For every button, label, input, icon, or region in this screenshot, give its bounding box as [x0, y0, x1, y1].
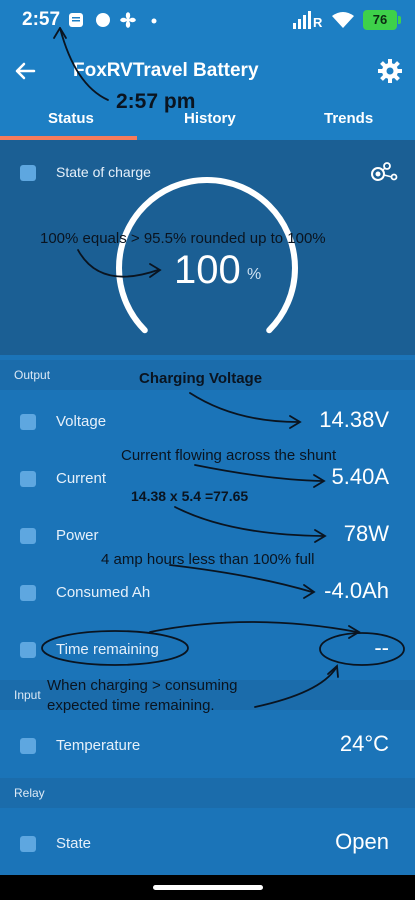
relay-state-value: Open	[335, 829, 389, 854]
annotation-charging-voltage: Charging Voltage	[139, 370, 263, 387]
status-time: 2:57	[22, 9, 61, 30]
temperature-row[interactable]: Temperature 24°C	[0, 717, 415, 774]
time-remaining-row[interactable]: Time remaining --	[0, 621, 415, 678]
relay-state-row[interactable]: State Open	[0, 815, 415, 872]
consumed-row[interactable]: Consumed Ah -4.0Ah	[0, 564, 415, 621]
current-label: Current	[56, 470, 107, 487]
annotation-current: Current flowing across the shunt	[121, 447, 337, 464]
status-bar: 2:57 R 76	[0, 0, 415, 42]
list-icon	[20, 165, 36, 181]
annotation-soc: 100% equals > 95.5% rounded up to 100%	[40, 230, 326, 247]
clock-icon	[20, 642, 36, 658]
annotation-power-calc: 14.38 x 5.4 =77.65	[131, 488, 249, 504]
section-input-label: Input	[14, 688, 41, 702]
back-arrow-icon[interactable]	[10, 56, 40, 86]
power-label: Power	[56, 527, 99, 544]
section-relay-label: Relay	[14, 786, 45, 800]
signal-icon: R	[293, 11, 323, 29]
soc-unit: %	[247, 266, 262, 283]
power-value: 78W	[343, 521, 389, 546]
relay-icon	[20, 836, 36, 852]
voltage-label: Voltage	[56, 413, 107, 430]
power-icon	[20, 528, 36, 544]
home-handle[interactable]	[153, 885, 263, 890]
consumed-label: Consumed Ah	[56, 584, 151, 601]
annotation-consumed: 4 amp hours less than 100% full	[101, 551, 315, 568]
thermometer-icon	[20, 738, 36, 754]
system-nav-bar	[0, 875, 415, 900]
soc-label: State of charge	[56, 164, 151, 180]
consumed-icon	[20, 585, 36, 601]
circle-icon	[96, 13, 110, 27]
dot-icon	[151, 18, 157, 24]
annotation-time: 2:57 pm	[116, 90, 196, 113]
message-icon	[69, 13, 83, 27]
section-relay: Relay	[0, 778, 415, 808]
time-remaining-value: --	[374, 635, 389, 660]
tab-status[interactable]: Status	[48, 110, 94, 127]
svg-text:R: R	[313, 15, 323, 29]
current-icon	[20, 471, 36, 487]
soc-value: 100	[174, 248, 241, 292]
tab-trends[interactable]: Trends	[324, 110, 373, 127]
time-remaining-label: Time remaining	[56, 641, 159, 658]
consumed-value: -4.0Ah	[324, 578, 389, 603]
temperature-label: Temperature	[56, 737, 141, 754]
sync-icon[interactable]	[369, 160, 399, 184]
annotation-time-remaining-2: expected time remaining.	[47, 697, 215, 714]
gear-icon[interactable]	[375, 56, 405, 86]
relay-state-label: State	[56, 835, 92, 852]
section-output-label: Output	[14, 368, 51, 382]
voltage-value: 14.38V	[319, 407, 389, 432]
annotation-time-remaining-1: When charging > consuming	[47, 677, 238, 694]
app-bar: FoxRVTravel Battery Status History Trend…	[0, 42, 415, 140]
voltage-row[interactable]: Voltage 14.38V	[0, 393, 415, 450]
fan-icon	[120, 12, 136, 28]
battery-icon: 76	[363, 10, 401, 30]
state-of-charge-panel: State of charge 100 %	[0, 140, 415, 355]
voltage-icon	[20, 414, 36, 430]
current-value: 5.40A	[331, 464, 390, 489]
battery-level: 76	[372, 12, 388, 27]
wifi-icon	[332, 12, 354, 28]
temperature-value: 24°C	[339, 731, 389, 756]
app-title: FoxRVTravel Battery	[73, 60, 259, 81]
